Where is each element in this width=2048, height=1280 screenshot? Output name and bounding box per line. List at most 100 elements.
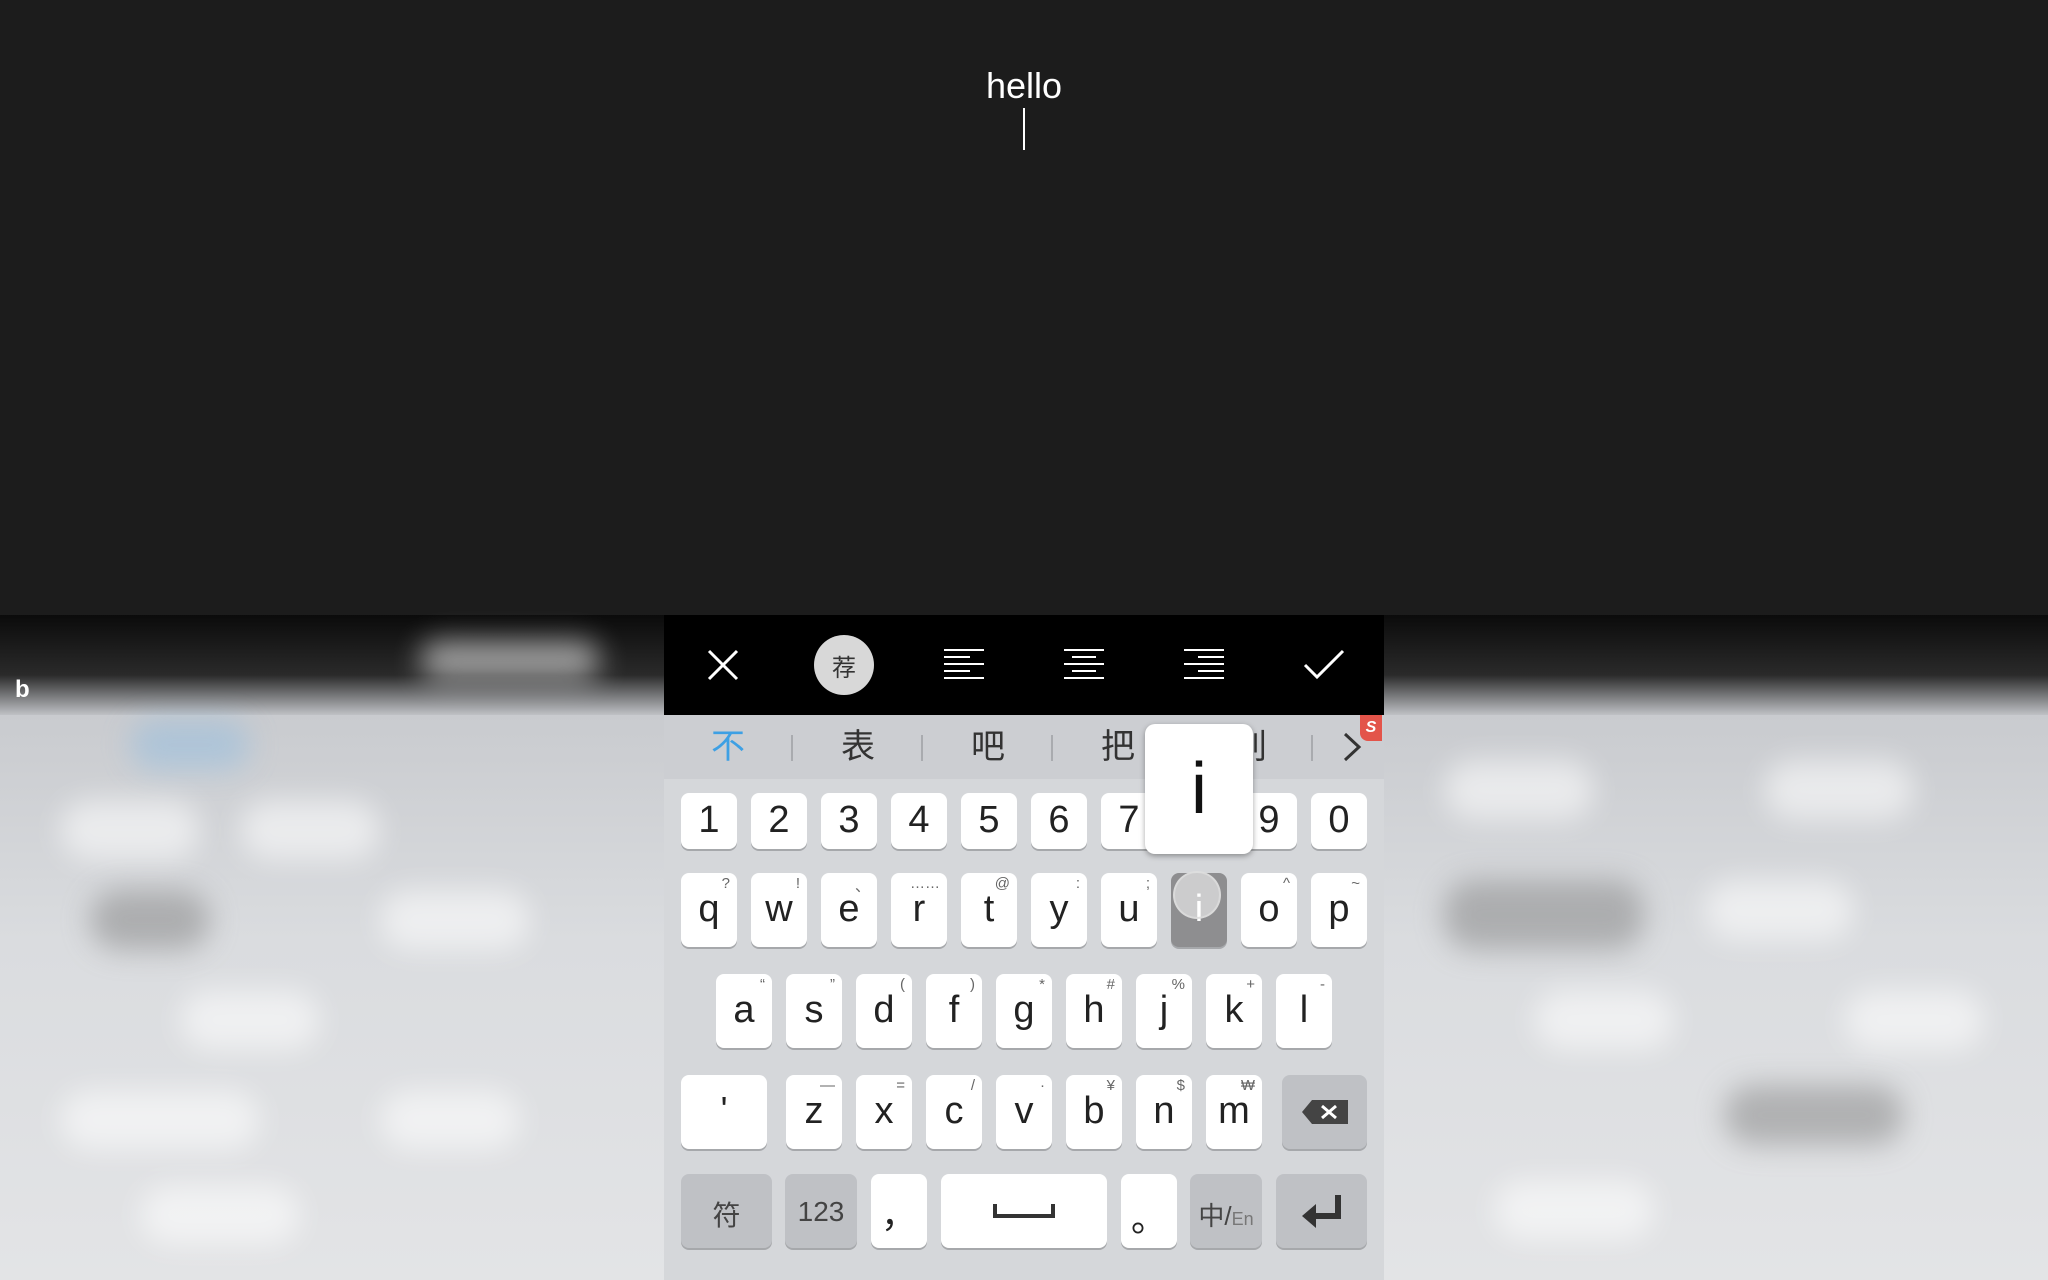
keyboard-toolbar (664, 615, 1384, 715)
key-label: c (944, 1090, 964, 1132)
numeric-key[interactable]: 123 (785, 1174, 857, 1248)
candidate-item[interactable]: 表 (813, 715, 903, 779)
text-caret (1023, 108, 1025, 150)
key-j[interactable]: j% (1136, 974, 1192, 1048)
period-key[interactable]: 。 (1121, 1174, 1177, 1248)
key-r[interactable]: r…… (891, 873, 947, 947)
comma-key-label: ， (880, 1194, 917, 1235)
key-5[interactable]: 5 (961, 793, 1017, 849)
key-s[interactable]: s” (786, 974, 842, 1048)
key-u[interactable]: u; (1101, 873, 1157, 947)
key-v[interactable]: v · (996, 1075, 1052, 1149)
align-left-icon (944, 649, 984, 679)
ime-logo-badge: S (1360, 715, 1382, 741)
close-icon (707, 649, 739, 681)
candidate-separator (791, 735, 793, 761)
confirm-button[interactable] (1294, 635, 1354, 695)
key-f[interactable]: f) (926, 974, 982, 1048)
period-key-label: 。 (1130, 1198, 1167, 1239)
key-label: w (765, 888, 793, 930)
key-preview-popup: i (1145, 724, 1253, 854)
recommend-label: 荐 (832, 654, 856, 682)
candidate-item[interactable]: 吧 (943, 715, 1033, 779)
key-o[interactable]: o ^ (1241, 873, 1297, 947)
brand-letter: b (15, 676, 30, 703)
candidate-item[interactable]: 不 (683, 715, 773, 779)
candidate-separator (1051, 735, 1053, 761)
candidate-separator (921, 735, 923, 761)
key-label: s (804, 989, 824, 1031)
key-hint: @ (994, 875, 1010, 892)
align-left-button[interactable] (934, 635, 994, 695)
key-hint: ! (795, 875, 800, 892)
key-d[interactable]: d( (856, 974, 912, 1048)
edit-text[interactable]: hello (664, 64, 1384, 108)
check-icon (1303, 649, 1345, 680)
key-hint: * (1039, 976, 1045, 993)
key-label: y (1049, 888, 1069, 930)
key-hint: = (896, 1077, 905, 1094)
backspace-icon (1302, 1100, 1348, 1124)
key-3[interactable]: 3 (821, 793, 877, 849)
space-key[interactable] (941, 1174, 1107, 1248)
key-label: 2 (768, 799, 790, 841)
align-center-button[interactable] (1054, 635, 1114, 695)
key-label: 5 (978, 799, 1000, 841)
key-label: a (733, 989, 755, 1031)
symbol-key[interactable]: 符 (681, 1174, 772, 1248)
key-z[interactable]: z — (786, 1075, 842, 1149)
touch-indicator (1173, 871, 1221, 919)
key-b[interactable]: b ¥ (1066, 1075, 1122, 1149)
close-button[interactable] (693, 635, 753, 695)
key-t[interactable]: t @ (961, 873, 1017, 947)
key-hint: : (1075, 875, 1080, 892)
key-label: l (1299, 989, 1309, 1031)
key-g[interactable]: g * (996, 974, 1052, 1048)
apostrophe-key[interactable]: ' (681, 1075, 767, 1149)
key-l[interactable]: l- (1276, 974, 1332, 1048)
key-label: k (1224, 989, 1244, 1031)
key-hint: % (1171, 976, 1185, 993)
comma-key[interactable]: ， (871, 1174, 927, 1248)
key-label: v (1014, 1090, 1034, 1132)
key-1[interactable]: 1 (681, 793, 737, 849)
key-hint: ? (721, 875, 730, 892)
key-label: o (1258, 888, 1280, 930)
key-label: 4 (908, 799, 930, 841)
key-x[interactable]: x = (856, 1075, 912, 1149)
key-6[interactable]: 6 (1031, 793, 1087, 849)
key-q[interactable]: q? (681, 873, 737, 947)
key-w[interactable]: w! (751, 873, 807, 947)
delete-key[interactable] (1282, 1075, 1367, 1149)
key-hint: ^ (1282, 875, 1290, 892)
key-hint: …… (910, 875, 940, 892)
key-4[interactable]: 4 (891, 793, 947, 849)
recommend-button[interactable]: 荐 (814, 635, 874, 695)
key-a[interactable]: a “ (716, 974, 772, 1048)
key-y[interactable]: y: (1031, 873, 1087, 947)
key-hint: — (820, 1077, 835, 1094)
key-hint: ₩ (1240, 1077, 1255, 1094)
key-2[interactable]: 2 (751, 793, 807, 849)
key-e[interactable]: e、 (821, 873, 877, 947)
key-k[interactable]: k + (1206, 974, 1262, 1048)
blurred-background-right (1384, 0, 2048, 1280)
key-p[interactable]: p ~ (1311, 873, 1367, 947)
key-hint: + (1246, 976, 1255, 993)
key-label: q (698, 888, 720, 930)
key-0[interactable]: 0 (1311, 793, 1367, 849)
key-hint: ) (970, 976, 975, 993)
space-icon (993, 1204, 1055, 1218)
key-label: u (1118, 888, 1140, 930)
enter-key[interactable] (1276, 1174, 1367, 1248)
language-switch-key[interactable]: 中/En (1190, 1174, 1262, 1248)
key-label: r (912, 888, 926, 930)
align-right-button[interactable] (1174, 635, 1234, 695)
key-c[interactable]: c / (926, 1075, 982, 1149)
apostrophe-key-label: ' (720, 1089, 728, 1130)
key-h[interactable]: h # (1066, 974, 1122, 1048)
key-n[interactable]: n $ (1136, 1075, 1192, 1149)
numeric-key-label: 123 (797, 1196, 845, 1227)
key-hint: ; (1145, 875, 1150, 892)
key-m[interactable]: m ₩ (1206, 1075, 1262, 1149)
